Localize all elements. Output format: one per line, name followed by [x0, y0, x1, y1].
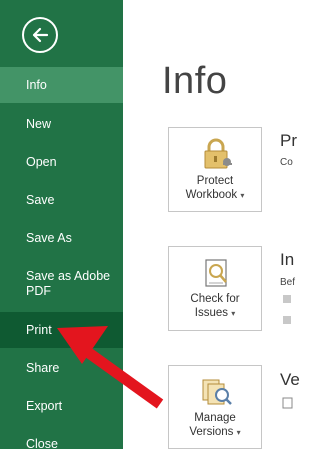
red-arrow-icon — [57, 326, 164, 409]
